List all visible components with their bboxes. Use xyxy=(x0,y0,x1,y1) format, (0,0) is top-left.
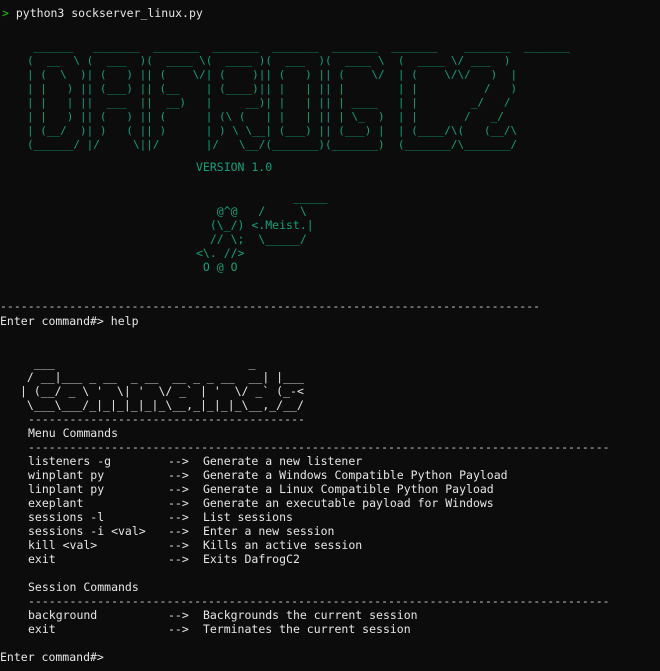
command-arrow: --> xyxy=(168,454,189,468)
command-row: kill <val> --> Kills an active session xyxy=(28,538,508,552)
frog-line: (\_/) <.Meist.| xyxy=(196,218,314,232)
command-description: Backgrounds the current session xyxy=(202,608,418,622)
first-prompt-line: > python3 sockserver_linux.py xyxy=(2,6,203,20)
command-description: Exits DafrogC2 xyxy=(202,552,300,566)
second-command-text: help xyxy=(110,314,139,328)
prompt-arrow: > xyxy=(2,6,9,20)
command-arrow: --> xyxy=(168,608,189,622)
command-row: winplant py --> Generate a Windows Compat… xyxy=(28,468,508,482)
session-commands-header: Session Commands xyxy=(28,580,139,594)
command-name: exit xyxy=(28,622,56,636)
menu-commands-separator: ----------------------------------------… xyxy=(28,440,610,454)
second-prompt-line: Enter command#> help xyxy=(0,314,139,328)
commands-logo-line: \___\___/_|_|_|_|_|_\__,_|_|_|_\__,_/__/ xyxy=(20,398,304,412)
command-row: exit --> Exits DafrogC2 xyxy=(28,552,508,566)
frog-line: @^@ / \ xyxy=(196,204,307,218)
commands-logo-line: | (__/ _ \ ' \| ' \/ _` | ' \/ _` (_-< xyxy=(20,384,304,398)
command-description: Generate an executable payload for Windo… xyxy=(202,496,494,510)
command-name: exeplant xyxy=(28,496,84,510)
banner-line: (______/ |/ \||/ |/ \__/(_______)(______… xyxy=(27,138,518,151)
command-row: background --> Backgrounds the current se… xyxy=(28,608,418,622)
menu-commands-header: Menu Commands xyxy=(28,426,119,440)
session-commands-list: background --> Backgrounds the current se… xyxy=(28,608,418,636)
command-description: Generate a Windows Compatible Python Pay… xyxy=(202,468,508,482)
command-description: Terminates the current session xyxy=(202,622,411,636)
command-row: sessions -i <val> --> Enter a new session xyxy=(28,524,508,538)
menu-commands-list: listeners -g --> Generate a new listener … xyxy=(28,454,508,566)
banner-line: ( __ \ ( ___ )( ____ \( ____ )( ___ )( _… xyxy=(27,54,511,67)
frog-ascii-art: _____ @^@ / \ (\_/) <.Meist.| // \; \___… xyxy=(196,190,328,274)
command-arrow: --> xyxy=(168,524,189,538)
banner-line: ______ _______ _______ _______ _______ _… xyxy=(27,40,577,53)
banner-line: | ( \ )| ( ) || ( \/| ( )|| ( ) || ( \/ … xyxy=(27,68,518,81)
command-prompt-input[interactable]: Enter command#> xyxy=(0,650,104,664)
banner-line: | | | || ___ || __) | __)| | | || | ____… xyxy=(27,96,518,109)
command-arrow: --> xyxy=(168,538,189,552)
command-description: Generate a Linux Compatible Python Paylo… xyxy=(202,482,494,496)
version-label: VERSION 1.0 xyxy=(196,160,273,174)
banner-line: | | ) || (___) || (__ | (____)|| | | || … xyxy=(27,82,518,95)
command-row: listeners -g --> Generate a new listener xyxy=(28,454,508,468)
commands-logo-line: / __|___ _ __ _ __ __ _ _ __ __| |___ xyxy=(20,370,304,384)
prompt-label: Enter command#> xyxy=(0,314,104,328)
command-arrow: --> xyxy=(168,496,189,510)
command-row: sessions -l --> List sessions xyxy=(28,510,508,524)
commands-logo-line: ___ _ xyxy=(20,356,256,370)
command-name: winplant py xyxy=(28,468,105,482)
frog-line: _____ xyxy=(196,190,328,204)
prompt-label: Enter command#> xyxy=(0,650,104,664)
command-arrow: --> xyxy=(168,468,189,482)
dafrogc2-banner: ______ _______ _______ _______ _______ _… xyxy=(27,40,577,152)
command-row: linplant py --> Generate a Linux Compatib… xyxy=(28,482,508,496)
command-arrow: --> xyxy=(168,552,189,566)
command-row: exit --> Terminates the current session xyxy=(28,622,418,636)
command-description: List sessions xyxy=(202,510,293,524)
banner-line: | (__/ )| ) ( || ) | ) \ \__| (___) || (… xyxy=(27,124,518,137)
command-name: listeners -g xyxy=(28,454,112,468)
first-command-text: python3 sockserver_linux.py xyxy=(15,6,203,20)
commands-logo: ___ _ / __|___ _ __ _ __ __ _ _ __ __| |… xyxy=(20,356,304,412)
command-name: sessions -l xyxy=(28,510,105,524)
separator-line: ----------------------------------------… xyxy=(0,299,541,313)
banner-line: | | ) || ( ) || ( | (\ ( | | | || | \_ )… xyxy=(27,110,518,123)
command-arrow: --> xyxy=(168,482,189,496)
command-description: Enter a new session xyxy=(202,524,335,538)
command-arrow: --> xyxy=(168,622,189,636)
terminal-window[interactable]: > python3 sockserver_linux.py ______ ___… xyxy=(0,0,660,671)
frog-line: // \; \_____/ xyxy=(196,232,307,246)
frog-line: O @ O xyxy=(196,260,238,274)
command-name: kill <val> xyxy=(28,538,98,552)
command-name: linplant py xyxy=(28,482,105,496)
command-name: sessions -i <val> xyxy=(28,524,146,538)
command-arrow: --> xyxy=(168,510,189,524)
commands-logo-underline: ---------------------------------------- xyxy=(28,412,305,426)
session-commands-separator: ----------------------------------------… xyxy=(28,594,610,608)
command-name: background xyxy=(28,608,98,622)
command-row: exeplant --> Generate an executable paylo… xyxy=(28,496,508,510)
command-description: Kills an active session xyxy=(202,538,363,552)
frog-line: <\. //> xyxy=(196,246,245,260)
command-name: exit xyxy=(28,552,56,566)
command-description: Generate a new listener xyxy=(202,454,363,468)
